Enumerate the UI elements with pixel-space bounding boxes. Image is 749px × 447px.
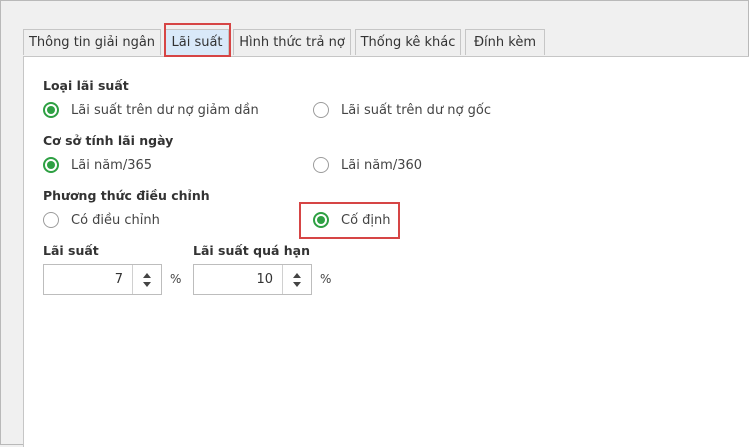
- spinner-arrows: [282, 265, 311, 294]
- interest-rate-panel: Loại lãi suất Lãi suất trên dư nợ giảm d…: [23, 56, 749, 447]
- radio-year-365[interactable]: Lãi năm/365: [43, 157, 152, 173]
- interest-rate-value[interactable]: 7: [44, 265, 132, 294]
- radio-label: Có điều chỉnh: [71, 212, 160, 228]
- arrow-up-icon[interactable]: [293, 272, 301, 278]
- tab-repayment-method[interactable]: Hình thức trả nợ: [233, 29, 351, 55]
- radio-original-principal[interactable]: Lãi suất trên dư nợ gốc: [313, 102, 491, 118]
- tab-interest-rate[interactable]: Lãi suất: [165, 29, 229, 55]
- radio-label: Lãi suất trên dư nợ gốc: [341, 102, 491, 118]
- radio-fixed[interactable]: Cố định: [313, 212, 391, 228]
- overdue-rate-unit: %: [320, 272, 332, 286]
- radio-button-checked[interactable]: [43, 157, 59, 173]
- window-frame: Thông tin giải ngân Lãi suất Hình thức t…: [0, 0, 749, 447]
- adjustment-method-label: Phương thức điều chỉnh: [43, 188, 210, 203]
- radio-declining-balance[interactable]: Lãi suất trên dư nợ giảm dần: [43, 102, 259, 118]
- tab-other-statistics[interactable]: Thống kê khác: [355, 29, 461, 55]
- overdue-rate-value[interactable]: 10: [194, 265, 282, 294]
- radio-label: Lãi năm/365: [71, 157, 153, 173]
- radio-button-checked[interactable]: [313, 212, 329, 228]
- radio-button-checked[interactable]: [43, 102, 59, 118]
- radio-label: Lãi suất trên dư nợ giảm dần: [71, 102, 259, 118]
- interest-rate-unit: %: [170, 272, 182, 286]
- radio-adjustable[interactable]: Có điều chỉnh: [43, 212, 160, 228]
- radio-year-360[interactable]: Lãi năm/360: [313, 157, 422, 173]
- tab-disbursement-info[interactable]: Thông tin giải ngân: [23, 29, 161, 55]
- spinner-arrows: [132, 265, 161, 294]
- arrow-up-icon[interactable]: [143, 272, 151, 278]
- overdue-rate-spinner[interactable]: 10: [193, 264, 312, 295]
- interest-rate-label: Lãi suất: [43, 243, 99, 258]
- tab-attachments[interactable]: Đính kèm: [465, 29, 545, 55]
- overdue-rate-label: Lãi suất quá hạn: [193, 243, 311, 258]
- radio-button[interactable]: [313, 157, 329, 173]
- arrow-down-icon[interactable]: [143, 281, 151, 287]
- radio-button[interactable]: [313, 102, 329, 118]
- daily-basis-label: Cơ sở tính lãi ngày: [43, 133, 174, 148]
- interest-rate-spinner[interactable]: 7: [43, 264, 162, 295]
- interest-type-label: Loại lãi suất: [43, 78, 129, 93]
- radio-button[interactable]: [43, 212, 59, 228]
- radio-label: Lãi năm/360: [341, 157, 423, 173]
- arrow-down-icon[interactable]: [293, 281, 301, 287]
- radio-label: Cố định: [341, 212, 391, 228]
